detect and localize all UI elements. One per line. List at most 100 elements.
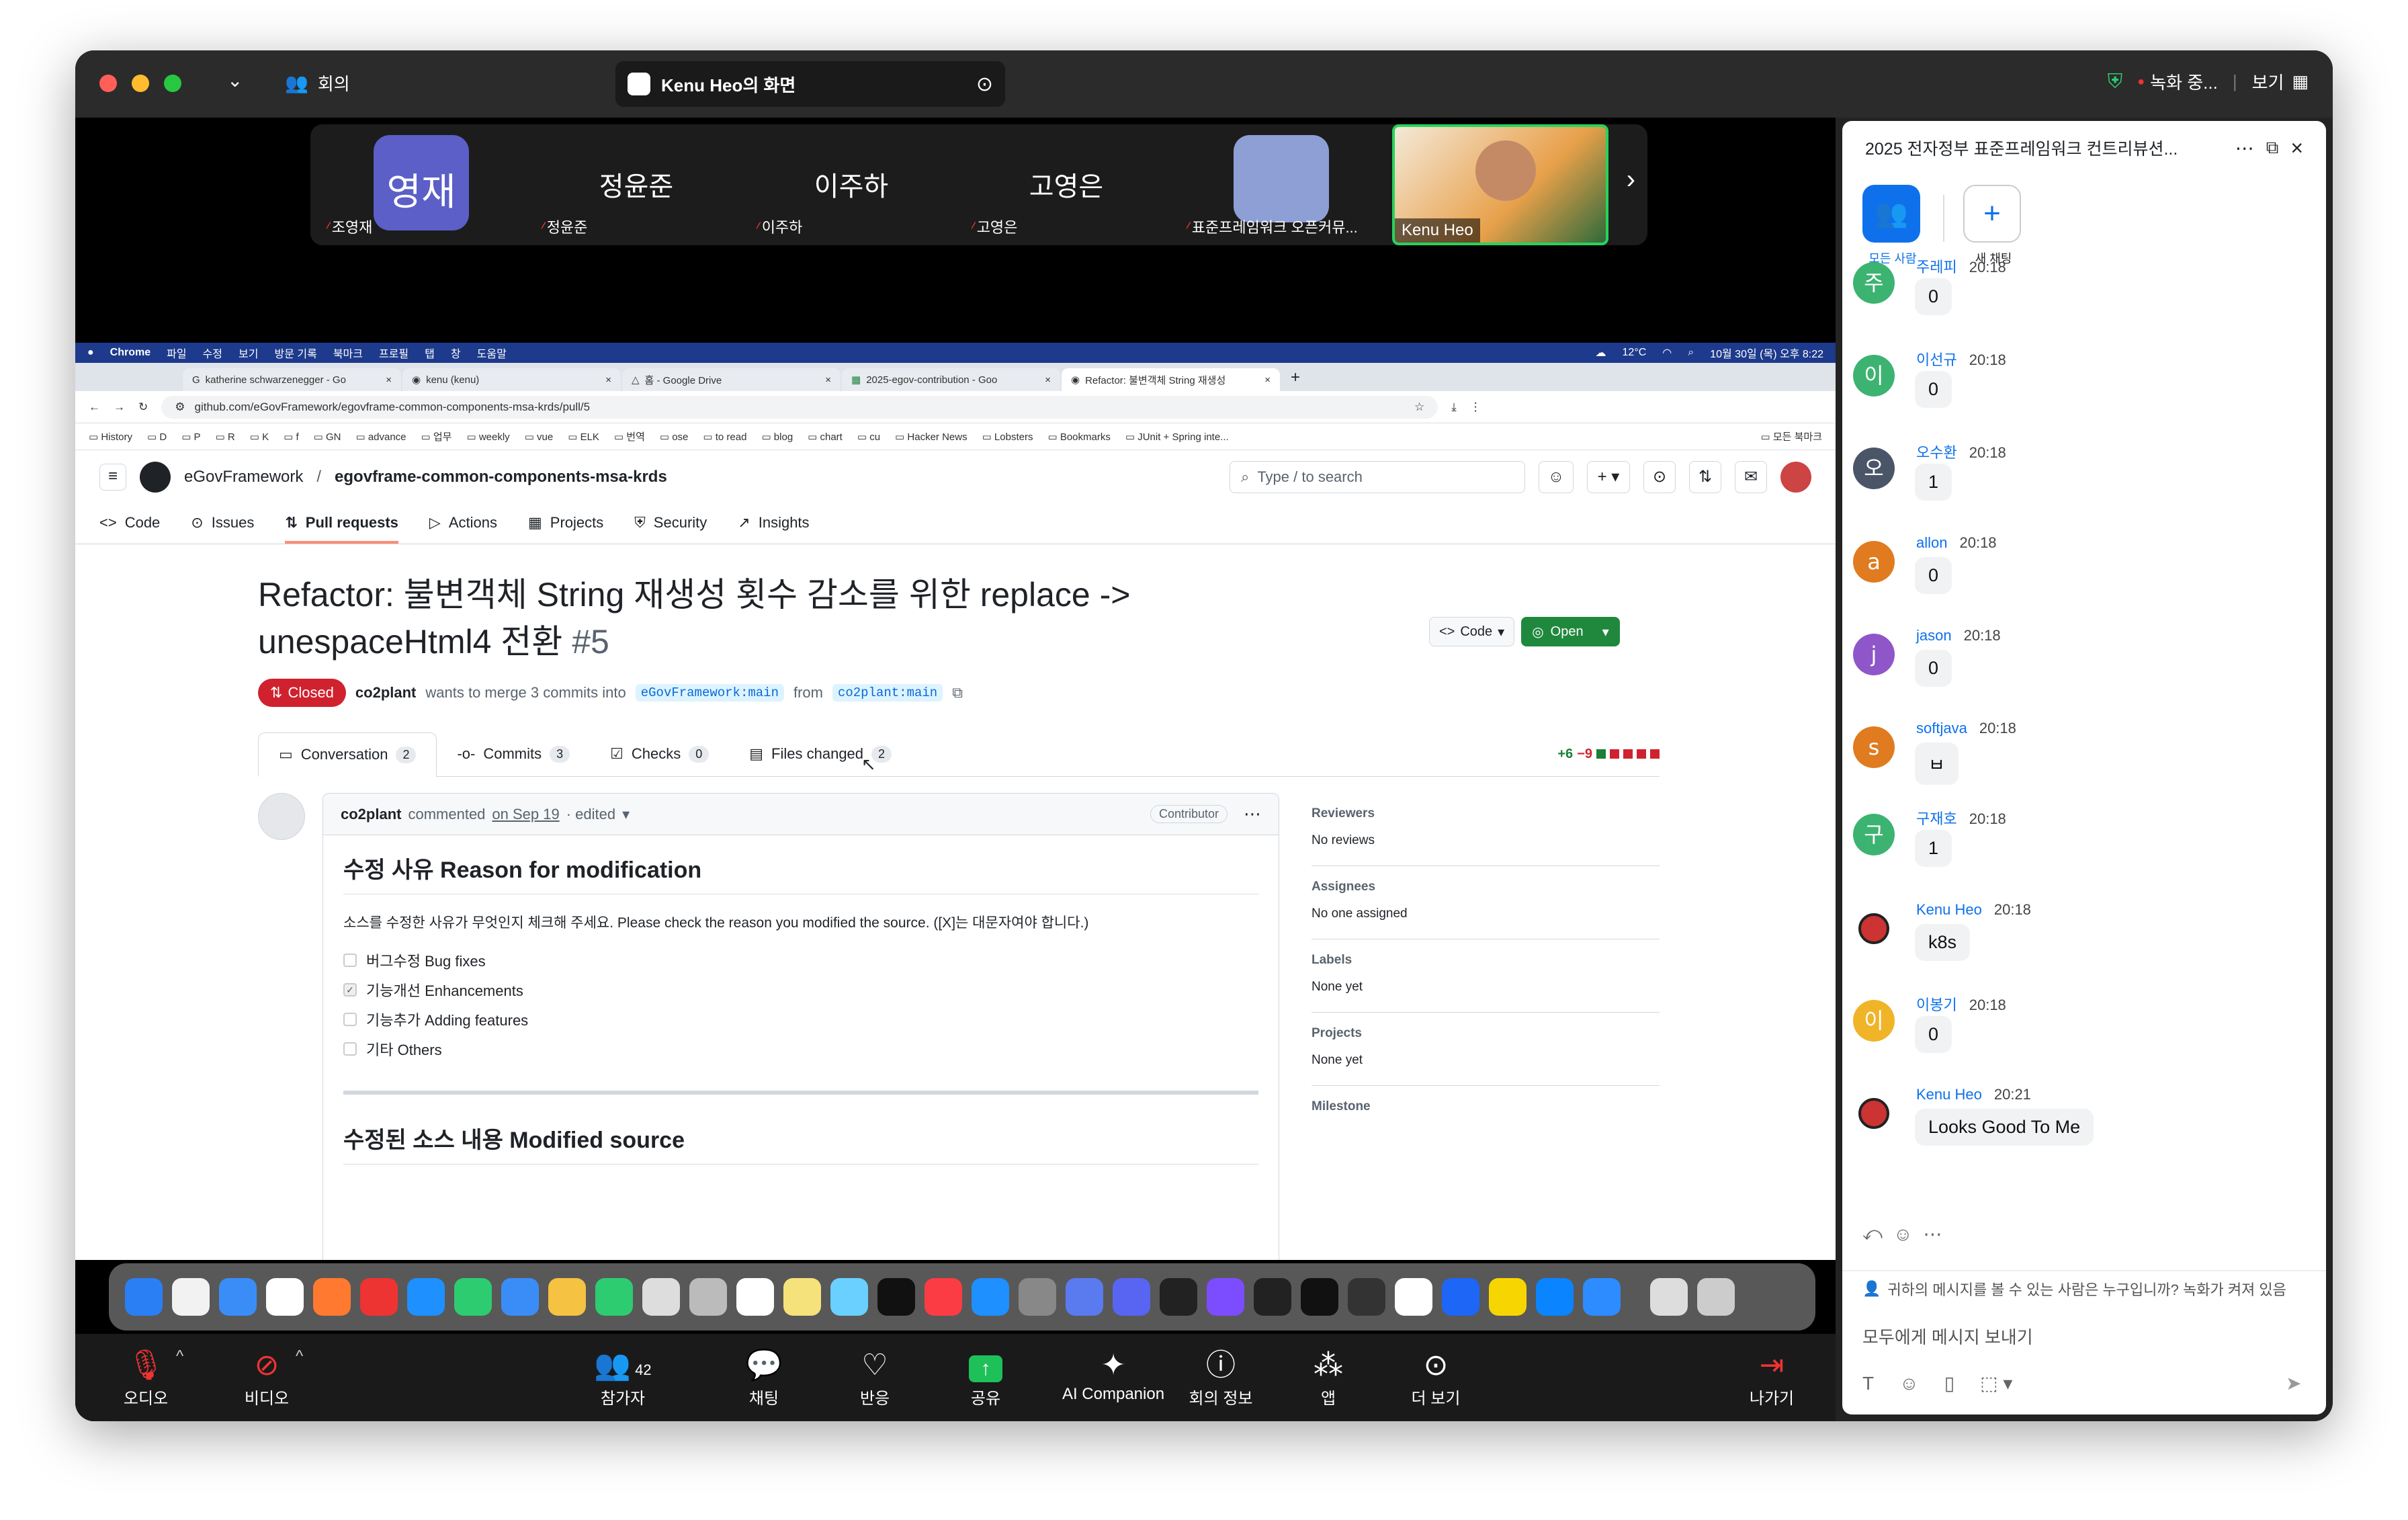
bookmark-item[interactable]: ▭ cu — [857, 431, 880, 443]
vscode-icon[interactable] — [1442, 1278, 1479, 1316]
bookmark-item[interactable]: ▭ vue — [525, 431, 554, 443]
avatar[interactable]: s — [1853, 726, 1895, 768]
back-icon[interactable]: ← — [89, 400, 100, 414]
sidebar-assignees[interactable]: Assignees No one assigned — [1312, 866, 1660, 939]
bookmark-item[interactable]: ▭ blog — [761, 431, 793, 443]
participant-tile[interactable]: 이주하 ⁄ 이주하 — [747, 124, 955, 245]
reply-icon[interactable]: ⤺ — [1862, 1223, 1883, 1245]
sender-name[interactable]: Kenu Heo — [1916, 1086, 1982, 1103]
sidebar-labels[interactable]: Labels None yet — [1312, 939, 1660, 1013]
close-icon[interactable]: × — [2290, 136, 2303, 161]
chevron-down-icon[interactable]: ⌄ — [227, 69, 243, 91]
chevron-down-icon[interactable]: ▾ — [622, 806, 630, 823]
bookmark-item[interactable]: ▭ chart — [808, 431, 843, 443]
tab-pull-requests[interactable]: ⇅ Pull requests — [285, 514, 398, 544]
music-icon[interactable] — [924, 1278, 962, 1316]
calendar-icon[interactable] — [642, 1278, 680, 1316]
chat-button[interactable]: 💬 채팅 — [714, 1346, 814, 1408]
maximize-window-button[interactable] — [164, 75, 181, 92]
more-button[interactable]: ⊙ 더 보기 — [1385, 1346, 1486, 1408]
weather-icon[interactable]: ☁ — [1596, 346, 1606, 360]
screenshot-icon[interactable]: ⬚ ▾ — [1980, 1372, 2012, 1394]
bookmark-item[interactable]: ▭ R — [216, 431, 235, 443]
reactions-button[interactable]: ♡ 반응 — [824, 1346, 925, 1408]
tab-checks[interactable]: ☑ Checks 0 — [590, 732, 729, 776]
menu-item[interactable]: 방문 기록 — [274, 345, 316, 361]
menu-item[interactable]: 탭 — [425, 345, 435, 361]
browser-tab[interactable]: Gkatherine schwarzenegger - Go × — [183, 368, 401, 391]
meeting-info-button[interactable]: ⓘ 회의 정보 — [1170, 1346, 1271, 1408]
bookmark-item[interactable]: ▭ D — [147, 431, 167, 443]
new-tab-button[interactable]: + — [1281, 368, 1309, 391]
safari-icon[interactable] — [219, 1278, 257, 1316]
evernote-icon[interactable] — [1301, 1278, 1338, 1316]
search-input[interactable]: ⌕ Type / to search — [1230, 461, 1525, 493]
avatar[interactable] — [1853, 1093, 1895, 1134]
zoom-icon[interactable] — [1583, 1278, 1621, 1316]
participants-button[interactable]: 👥 42 참가자 — [572, 1346, 673, 1408]
sender-name[interactable]: 오수환 — [1916, 444, 1957, 461]
author-link[interactable]: co2plant — [355, 684, 416, 702]
launchpad-icon[interactable] — [172, 1278, 210, 1316]
bookmark-item[interactable]: ▭ JUnit + Spring inte... — [1125, 431, 1229, 443]
more-icon[interactable]: ⋯ — [1244, 804, 1261, 825]
active-speaker-tile[interactable]: Kenu Heo — [1392, 124, 1608, 245]
checkbox[interactable] — [343, 954, 357, 967]
file-icon[interactable]: ▯ — [1944, 1372, 1954, 1394]
repo-owner-link[interactable]: eGovFramework — [184, 468, 303, 487]
tv-icon[interactable] — [877, 1278, 915, 1316]
screen-share-tab[interactable]: Kenu Heo의 화면 ⊙ — [615, 61, 1005, 107]
search-icon[interactable]: ⌕ — [1688, 347, 1694, 359]
tab-actions[interactable]: ▷ Actions — [429, 514, 497, 544]
tab-insights[interactable]: ↗ Insights — [738, 514, 809, 544]
audio-options-chevron[interactable]: ^ — [176, 1347, 183, 1366]
checkbox[interactable] — [343, 1042, 357, 1056]
terminal-icon[interactable] — [1160, 1278, 1197, 1316]
opera-icon[interactable] — [360, 1278, 398, 1316]
menu-item[interactable]: 파일 — [167, 345, 186, 361]
new-chat-button[interactable]: + 새 채팅 — [1963, 185, 2024, 267]
tab-commits[interactable]: -o- Commits 3 — [437, 732, 590, 776]
reminders-icon[interactable] — [736, 1278, 774, 1316]
repo-name-link[interactable]: egovframe-common-components-msa-krds — [335, 468, 667, 487]
text-format-icon[interactable]: T — [1862, 1373, 1874, 1394]
bookmark-item[interactable]: ▭ 번역 — [614, 429, 645, 444]
pull-requests-icon[interactable]: ⇅ — [1689, 461, 1721, 493]
facetime-icon[interactable] — [595, 1278, 633, 1316]
copilot-icon[interactable]: ☺ — [1539, 461, 1574, 493]
tab-conversation[interactable]: ▭ Conversation 2 — [258, 732, 437, 777]
avatar[interactable] — [1853, 908, 1895, 949]
close-window-button[interactable] — [99, 75, 117, 92]
visibility-note[interactable]: 👤 귀하의 메시지를 볼 수 있는 사람은 누구입니까? 녹화가 켜져 있음 — [1862, 1278, 2286, 1300]
close-icon[interactable]: × — [605, 374, 611, 386]
close-icon[interactable]: × — [386, 374, 392, 386]
ai-companion-button[interactable]: ✦ AI Companion — [1049, 1346, 1177, 1404]
base-branch[interactable]: eGovFramework:main — [635, 684, 784, 702]
more-options-icon[interactable]: ⊙ — [976, 73, 993, 96]
avatar[interactable]: 이 — [1853, 1000, 1895, 1042]
avatar[interactable]: a — [1853, 541, 1895, 583]
bookmark-item[interactable]: ▭ advance — [355, 431, 406, 443]
comment-date-link[interactable]: on Sep 19 — [492, 806, 559, 823]
checkbox-checked[interactable]: ✓ — [343, 983, 357, 997]
create-new-button[interactable]: + ▾ — [1587, 461, 1630, 493]
checkbox[interactable] — [343, 1013, 357, 1026]
firefox-icon[interactable] — [313, 1278, 351, 1316]
maps-icon[interactable] — [501, 1278, 539, 1316]
emoji-reaction-icon[interactable]: ☺ — [1893, 1224, 1913, 1245]
edited-dropdown[interactable]: · edited — [566, 806, 615, 823]
bookmark-item[interactable]: ▭ weekly — [466, 431, 509, 443]
xcode-icon[interactable] — [1536, 1278, 1574, 1316]
notes-icon[interactable] — [783, 1278, 821, 1316]
menu-item[interactable]: 창 — [451, 345, 461, 361]
tab-projects[interactable]: ▦ Projects — [528, 514, 603, 544]
more-icon[interactable]: ⋯ — [1924, 1223, 1942, 1245]
inbox-icon[interactable]: ✉ — [1735, 461, 1767, 493]
documents-icon[interactable] — [1650, 1278, 1688, 1316]
more-icon[interactable]: ⋯ — [2235, 137, 2254, 159]
minimize-window-button[interactable] — [132, 75, 149, 92]
hamburger-icon[interactable]: ≡ — [99, 464, 126, 491]
menu-item[interactable]: 북마크 — [333, 345, 363, 361]
leave-button[interactable]: ⇥ 나가기 — [1721, 1346, 1822, 1408]
menu-kebab-icon[interactable]: ⋮ — [1470, 400, 1481, 414]
